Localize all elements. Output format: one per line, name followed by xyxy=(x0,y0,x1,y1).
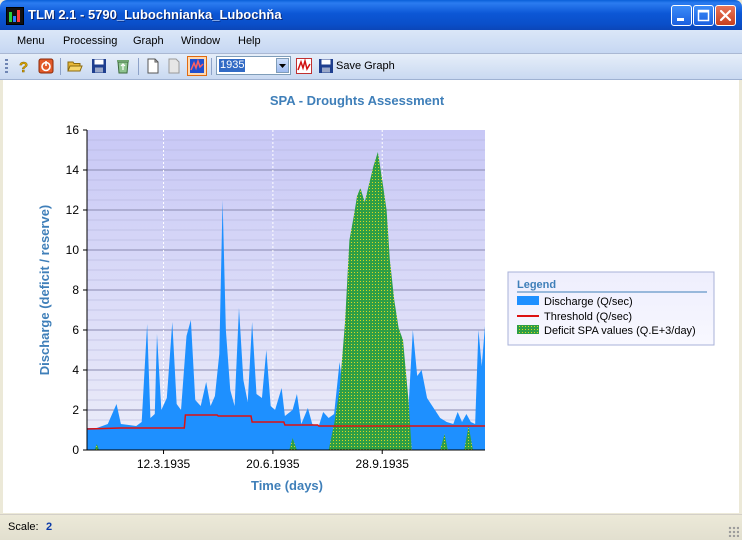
y-ticks: 0 2 4 6 8 10 12 14 16 xyxy=(66,123,87,457)
help-icon[interactable]: ? xyxy=(15,58,31,74)
legend-entry-deficit: Deficit SPA values (Q.E+3/day) xyxy=(544,325,696,337)
status-bar: Scale: 2 xyxy=(0,514,742,540)
x-ticks: 12.3.1935 20.6.1935 28.9.1935 xyxy=(137,450,409,471)
menu-item-window[interactable]: Window xyxy=(181,35,220,47)
chevron-down-icon xyxy=(279,64,286,68)
maximize-button[interactable] xyxy=(693,5,714,26)
combo-dropdown-button[interactable] xyxy=(276,58,289,73)
new-document-icon[interactable] xyxy=(145,58,161,74)
x-tick-label: 28.9.1935 xyxy=(356,457,410,471)
y-tick-label: 10 xyxy=(66,243,80,257)
title-bar[interactable]: TLM 2.1 - 5790_Lubochnianka_Lubochňa xyxy=(0,0,742,30)
graph-icon[interactable] xyxy=(187,56,207,76)
window-title: TLM 2.1 - 5790_Lubochnianka_Lubochňa xyxy=(28,7,282,22)
legend: Legend Discharge (Q/sec) Threshold (Q/se… xyxy=(507,271,715,346)
toolbar-separator xyxy=(211,58,212,75)
menu-item-help[interactable]: Help xyxy=(238,35,261,47)
scale-label: Scale: xyxy=(8,521,39,533)
save-graph-button[interactable]: Save Graph xyxy=(336,60,395,72)
legend-title: Legend xyxy=(517,279,556,291)
close-button[interactable] xyxy=(715,5,736,26)
y-tick-label: 2 xyxy=(72,403,79,417)
drought-chart[interactable]: SPA - Droughts Assessment 0246810121416 … xyxy=(3,80,739,513)
toolbar-separator xyxy=(138,58,139,75)
document-icon[interactable] xyxy=(166,58,182,74)
legend-swatch-discharge xyxy=(517,296,539,305)
resize-grip[interactable] xyxy=(728,526,739,537)
app-icon[interactable] xyxy=(6,7,24,25)
legend-entry-threshold: Threshold (Q/sec) xyxy=(544,311,632,323)
legend-entry-discharge: Discharge (Q/sec) xyxy=(544,296,633,308)
y-tick-label: 6 xyxy=(72,323,79,337)
year-value: 1935 xyxy=(219,59,246,72)
legend-swatch-deficit xyxy=(517,325,539,334)
save-graph-icon[interactable] xyxy=(318,58,334,74)
x-tick-label: 20.6.1935 xyxy=(246,457,300,471)
toolbar-grip[interactable] xyxy=(5,59,8,74)
scale-value: 2 xyxy=(46,521,53,533)
save-icon[interactable] xyxy=(91,58,107,74)
close-icon xyxy=(719,9,732,22)
recycle-icon[interactable] xyxy=(115,58,131,74)
y-tick-label: 12 xyxy=(66,203,80,217)
maximize-icon xyxy=(697,9,710,22)
menu-item-graph[interactable]: Graph xyxy=(133,35,164,47)
graph-refresh-icon[interactable] xyxy=(296,58,312,74)
y-tick-label: 16 xyxy=(66,123,80,137)
svg-text:?: ? xyxy=(19,59,28,74)
year-combo[interactable]: 1935 xyxy=(216,56,291,75)
minimize-icon xyxy=(677,18,684,21)
minimize-button[interactable] xyxy=(671,5,692,26)
exit-icon[interactable] xyxy=(38,58,54,74)
menu-bar: Menu Processing Graph Window Help xyxy=(0,30,742,54)
menu-item-processing[interactable]: Processing xyxy=(63,35,117,47)
y-tick-label: 14 xyxy=(66,163,80,177)
y-tick-label: 8 xyxy=(72,283,79,297)
open-folder-icon[interactable] xyxy=(67,58,83,74)
menu-item-menu[interactable]: Menu xyxy=(17,35,45,47)
app-window: TLM 2.1 - 5790_Lubochnianka_Lubochňa Men… xyxy=(0,0,742,540)
y-axis-label: Discharge (deficit / reserve) xyxy=(37,205,52,376)
x-tick-label: 12.3.1935 xyxy=(137,457,191,471)
y-tick-label: 4 xyxy=(72,363,79,377)
chart-title: SPA - Droughts Assessment xyxy=(270,93,445,108)
x-axis-label: Time (days) xyxy=(251,478,323,493)
graph-panel: SPA - Droughts Assessment 0 2 4 6 8 10 12 14 16 … xyxy=(3,80,739,513)
y-tick-label: 0 xyxy=(72,443,79,457)
toolbar-separator xyxy=(60,58,61,75)
